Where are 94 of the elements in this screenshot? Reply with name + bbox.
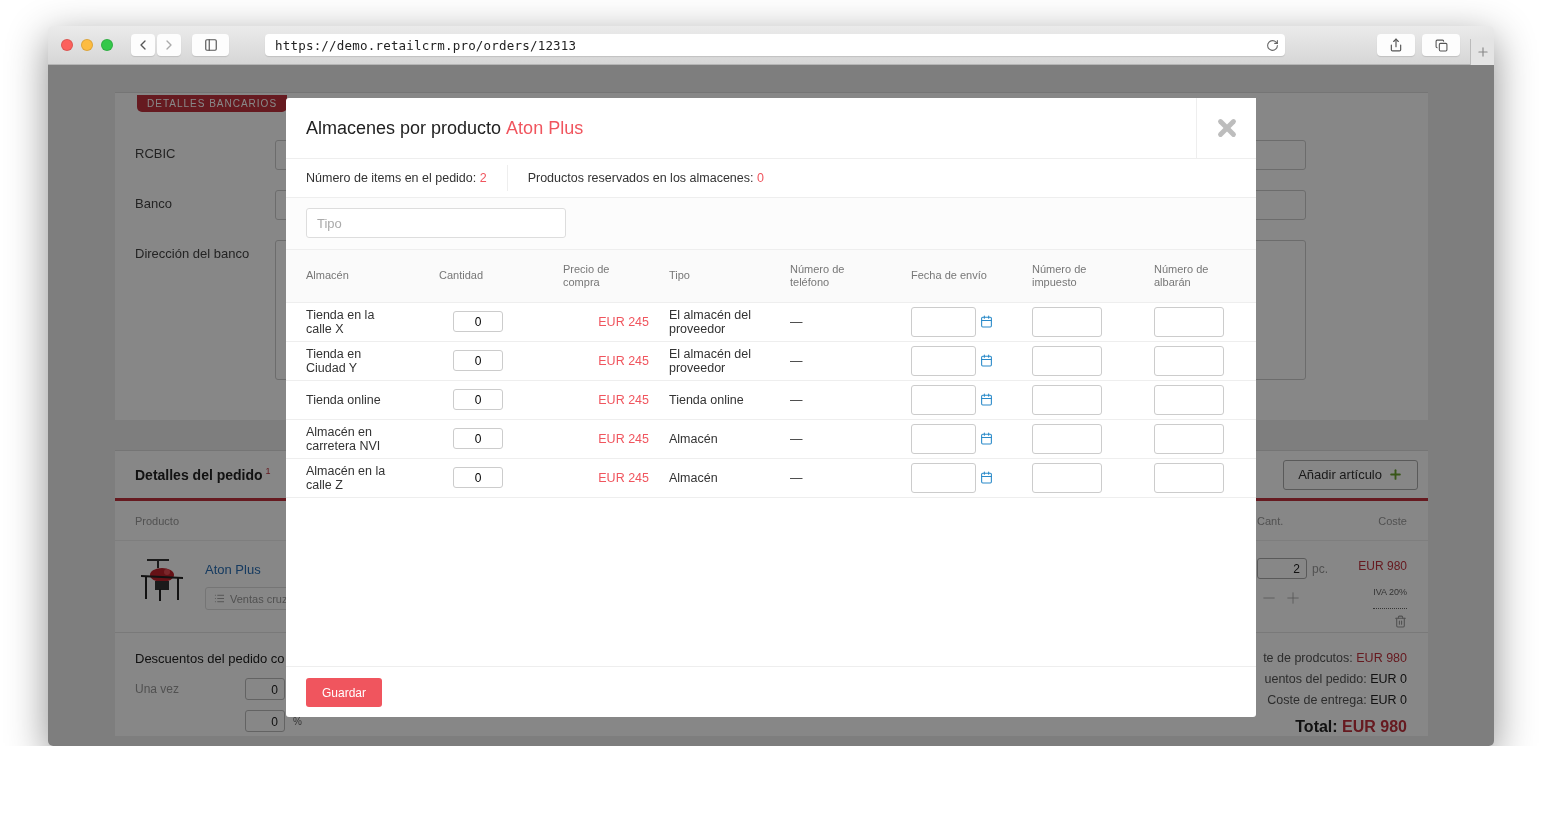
phone-value: — (790, 353, 803, 368)
date-field[interactable] (911, 462, 976, 493)
field-label: RCBIC (135, 145, 177, 161)
list-icon (214, 593, 225, 604)
date-field[interactable] (911, 384, 976, 415)
warehouse-type: Tienda online (669, 392, 744, 407)
tax-number-field[interactable] (1032, 306, 1102, 337)
tax-number-field[interactable] (1032, 423, 1102, 454)
phone-value: — (790, 470, 803, 485)
phone-value: — (790, 392, 803, 407)
forward-button[interactable] (157, 34, 181, 56)
product-price: EUR 980 (1358, 558, 1407, 575)
total-line: uentos del pedido: EUR 0 (1264, 672, 1407, 686)
percent-label: % (293, 715, 302, 727)
add-item-button[interactable]: Añadir artículo (1283, 459, 1418, 490)
field-label: Banco (135, 195, 173, 211)
calendar-icon[interactable] (980, 432, 993, 445)
quantity-field[interactable]: 0 (453, 467, 503, 488)
warehouse-type: Almacén (669, 431, 718, 446)
plus-icon[interactable] (1284, 589, 1302, 607)
warehouse-name: Tienda en Ciudad Y (306, 346, 362, 375)
quantity-field[interactable]: 0 (453, 389, 503, 410)
column-header: Fecha de envío (911, 250, 1032, 302)
date-field[interactable] (911, 423, 976, 454)
warehouse-name: Tienda online (306, 392, 381, 407)
column-header: Número de impuesto (1032, 250, 1154, 302)
warehouse-name: Almacén en carretera NVI (306, 424, 381, 453)
delivery-note-field[interactable] (1154, 345, 1224, 376)
calendar-icon[interactable] (980, 393, 993, 406)
sidebar-icon (203, 38, 218, 52)
warehouse-type: El almacén del proveedor (669, 307, 751, 336)
discount-field[interactable]: 0 (245, 710, 285, 732)
section-title: Detalles del pedido $^{1}$ (135, 466, 271, 483)
type-filter-field[interactable]: Tipo (306, 208, 566, 238)
quantity-field[interactable]: 2 (1257, 558, 1307, 579)
minimize-window-button[interactable] (81, 39, 93, 51)
delivery-note-field[interactable] (1154, 306, 1224, 337)
calendar-icon[interactable] (980, 315, 993, 328)
date-field[interactable] (911, 345, 976, 376)
column-header: Almacén (286, 250, 439, 302)
tax-number-field[interactable] (1032, 345, 1102, 376)
delivery-note-field[interactable] (1154, 423, 1224, 454)
count-label: Número de items en el pedido: 2 (306, 170, 488, 187)
phone-value: — (790, 431, 803, 446)
warehouse-type: El almacén del proveedor (669, 346, 751, 375)
discount-title: Descuentos del pedido co (135, 651, 286, 666)
close-window-button[interactable] (61, 39, 73, 51)
purchase-price: EUR 245 (598, 314, 649, 329)
share-icon (1389, 38, 1403, 52)
purchase-price: EUR 245 (598, 470, 649, 485)
address-bar[interactable]: https://demo.retailcrm.pro/orders/12313 (265, 34, 1285, 56)
field-label: Dirección del banco (135, 245, 251, 261)
back-button[interactable] (131, 34, 155, 56)
count-label: Productos reservados en los almacenes: 0 (506, 165, 784, 191)
grand-total: Total: EUR 980 (1295, 718, 1407, 736)
purchase-price: EUR 245 (598, 431, 649, 446)
total-line: Coste de entrega: EUR 0 (1267, 693, 1407, 707)
close-button[interactable] (1196, 98, 1256, 158)
purchase-price: EUR 245 (598, 392, 649, 407)
warehouse-name: Tienda en la calle X (306, 307, 375, 336)
tax-label[interactable]: IVA 20% (1373, 587, 1407, 609)
column-header: Precio de compra (563, 250, 669, 302)
date-field[interactable] (911, 306, 976, 337)
share-button[interactable] (1377, 34, 1415, 56)
sidebar-button[interactable] (192, 34, 229, 56)
quantity-field[interactable]: 0 (453, 350, 503, 371)
total-line: te de prodcutos: EUR 980 (1263, 651, 1407, 665)
column-header: Cantidad (439, 250, 563, 302)
calendar-icon[interactable] (980, 471, 993, 484)
discount-field[interactable]: 0 (245, 678, 285, 700)
warehouse-name: Almacén en la calle Z (306, 463, 386, 492)
column-header: Número de teléfono (790, 250, 911, 302)
new-tab-button[interactable] (1470, 39, 1494, 65)
zoom-window-button[interactable] (101, 39, 113, 51)
warehouse-type: Almacén (669, 470, 718, 485)
column-header: Tipo (669, 250, 790, 302)
plus-icon (1475, 45, 1490, 59)
tabs-button[interactable] (1422, 34, 1460, 56)
dialog-title: Almacenes por producto Aton Plus (305, 116, 585, 140)
calendar-icon[interactable] (980, 354, 993, 367)
delivery-note-field[interactable] (1154, 462, 1224, 493)
plus-icon (1388, 467, 1403, 482)
phone-value: — (790, 314, 803, 329)
quantity-field[interactable]: 0 (453, 311, 503, 332)
section-tag: DETALLES BANCARIOS (137, 95, 288, 112)
reload-icon[interactable] (1266, 38, 1279, 52)
quantity-field[interactable]: 0 (453, 428, 503, 449)
delivery-note-field[interactable] (1154, 384, 1224, 415)
tabs-icon (1434, 38, 1448, 52)
purchase-price: EUR 245 (598, 353, 649, 368)
tax-number-field[interactable] (1032, 462, 1102, 493)
tax-number-field[interactable] (1032, 384, 1102, 415)
save-button[interactable]: Guardar (306, 678, 383, 707)
column-header: Número de albarán (1154, 250, 1256, 302)
